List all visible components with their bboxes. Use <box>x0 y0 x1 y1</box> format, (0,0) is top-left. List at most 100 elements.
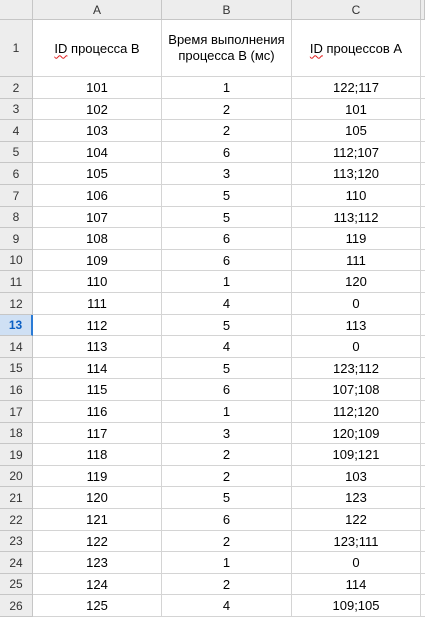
column-header-b[interactable]: B <box>162 0 292 20</box>
row-header[interactable]: 20 <box>0 466 33 487</box>
cell-a[interactable]: 113 <box>33 336 162 358</box>
cell-a[interactable]: 121 <box>33 509 162 531</box>
row-header-1[interactable]: 1 <box>0 20 33 77</box>
cell-d[interactable] <box>421 207 425 228</box>
cell-a[interactable]: 124 <box>33 574 162 595</box>
row-header[interactable]: 15 <box>0 358 33 379</box>
cell-a[interactable]: 105 <box>33 163 162 185</box>
cell-c1[interactable]: ID процессов A <box>292 20 421 77</box>
cell-d[interactable] <box>421 271 425 293</box>
cell-a[interactable]: 111 <box>33 293 162 315</box>
cell-a[interactable]: 117 <box>33 423 162 444</box>
cell-c[interactable]: 107;108 <box>292 379 421 401</box>
cell-b[interactable]: 2 <box>162 120 292 142</box>
row-header[interactable]: 2 <box>0 77 33 99</box>
row-header[interactable]: 17 <box>0 401 33 423</box>
cell-d[interactable] <box>421 466 425 487</box>
cell-d[interactable] <box>421 142 425 163</box>
cell-d[interactable] <box>421 336 425 358</box>
row-header[interactable]: 14 <box>0 336 33 358</box>
cell-d[interactable] <box>421 552 425 574</box>
cell-d1[interactable] <box>421 20 425 77</box>
cell-a[interactable]: 109 <box>33 250 162 271</box>
cell-c[interactable]: 112;120 <box>292 401 421 423</box>
row-header[interactable]: 16 <box>0 379 33 401</box>
cell-c[interactable]: 120;109 <box>292 423 421 444</box>
row-header[interactable]: 6 <box>0 163 33 185</box>
cell-b[interactable]: 5 <box>162 315 292 336</box>
cell-d[interactable] <box>421 531 425 552</box>
row-header[interactable]: 19 <box>0 444 33 466</box>
cell-b[interactable]: 3 <box>162 423 292 444</box>
cell-a[interactable]: 112 <box>33 315 162 336</box>
cell-d[interactable] <box>421 358 425 379</box>
cell-b[interactable]: 4 <box>162 336 292 358</box>
cell-b[interactable]: 4 <box>162 293 292 315</box>
cell-a[interactable]: 103 <box>33 120 162 142</box>
cell-d[interactable] <box>421 77 425 99</box>
cell-b[interactable]: 5 <box>162 487 292 509</box>
cell-d[interactable] <box>421 163 425 185</box>
cell-a[interactable]: 120 <box>33 487 162 509</box>
cell-b[interactable]: 4 <box>162 595 292 617</box>
row-header[interactable]: 23 <box>0 531 33 552</box>
cell-c[interactable]: 0 <box>292 336 421 358</box>
cell-b[interactable]: 6 <box>162 142 292 163</box>
cell-b1[interactable]: Время выполнения процесса B (мс) <box>162 20 292 77</box>
cell-d[interactable] <box>421 444 425 466</box>
cell-b[interactable]: 2 <box>162 574 292 595</box>
cell-b[interactable]: 6 <box>162 509 292 531</box>
row-header[interactable]: 24 <box>0 552 33 574</box>
cell-b[interactable]: 2 <box>162 531 292 552</box>
cell-a[interactable]: 123 <box>33 552 162 574</box>
cell-c[interactable]: 114 <box>292 574 421 595</box>
cell-d[interactable] <box>421 99 425 120</box>
cell-b[interactable]: 2 <box>162 466 292 487</box>
cell-d[interactable] <box>421 185 425 207</box>
row-header[interactable]: 18 <box>0 423 33 444</box>
column-header-a[interactable]: A <box>33 0 162 20</box>
cell-d[interactable] <box>421 595 425 617</box>
row-header[interactable]: 8 <box>0 207 33 228</box>
cell-c[interactable]: 110 <box>292 185 421 207</box>
cell-a[interactable]: 114 <box>33 358 162 379</box>
cell-a[interactable]: 108 <box>33 228 162 250</box>
cell-b[interactable]: 6 <box>162 228 292 250</box>
cell-a[interactable]: 116 <box>33 401 162 423</box>
cell-b[interactable]: 5 <box>162 358 292 379</box>
cell-b[interactable]: 2 <box>162 99 292 120</box>
cell-c[interactable]: 109;105 <box>292 595 421 617</box>
cell-c[interactable]: 0 <box>292 293 421 315</box>
cell-d[interactable] <box>421 401 425 423</box>
cell-b[interactable]: 2 <box>162 444 292 466</box>
select-all-corner[interactable] <box>0 0 33 20</box>
cell-c[interactable]: 109;121 <box>292 444 421 466</box>
cell-d[interactable] <box>421 574 425 595</box>
cell-a[interactable]: 115 <box>33 379 162 401</box>
column-header-d[interactable] <box>421 0 425 20</box>
cell-d[interactable] <box>421 315 425 336</box>
cell-d[interactable] <box>421 423 425 444</box>
cell-a[interactable]: 104 <box>33 142 162 163</box>
cell-c[interactable]: 105 <box>292 120 421 142</box>
row-header[interactable]: 10 <box>0 250 33 271</box>
cell-b[interactable]: 1 <box>162 77 292 99</box>
cell-c[interactable]: 123 <box>292 487 421 509</box>
cell-d[interactable] <box>421 250 425 271</box>
cell-a[interactable]: 101 <box>33 77 162 99</box>
cell-d[interactable] <box>421 120 425 142</box>
cell-c[interactable]: 120 <box>292 271 421 293</box>
cell-a[interactable]: 119 <box>33 466 162 487</box>
cell-b[interactable]: 5 <box>162 185 292 207</box>
row-header[interactable]: 9 <box>0 228 33 250</box>
cell-c[interactable]: 0 <box>292 552 421 574</box>
cell-a[interactable]: 122 <box>33 531 162 552</box>
cell-b[interactable]: 6 <box>162 250 292 271</box>
cell-a[interactable]: 110 <box>33 271 162 293</box>
row-header[interactable]: 5 <box>0 142 33 163</box>
row-header[interactable]: 25 <box>0 574 33 595</box>
cell-c[interactable]: 119 <box>292 228 421 250</box>
cell-c[interactable]: 112;107 <box>292 142 421 163</box>
row-header[interactable]: 4 <box>0 120 33 142</box>
row-header[interactable]: 7 <box>0 185 33 207</box>
